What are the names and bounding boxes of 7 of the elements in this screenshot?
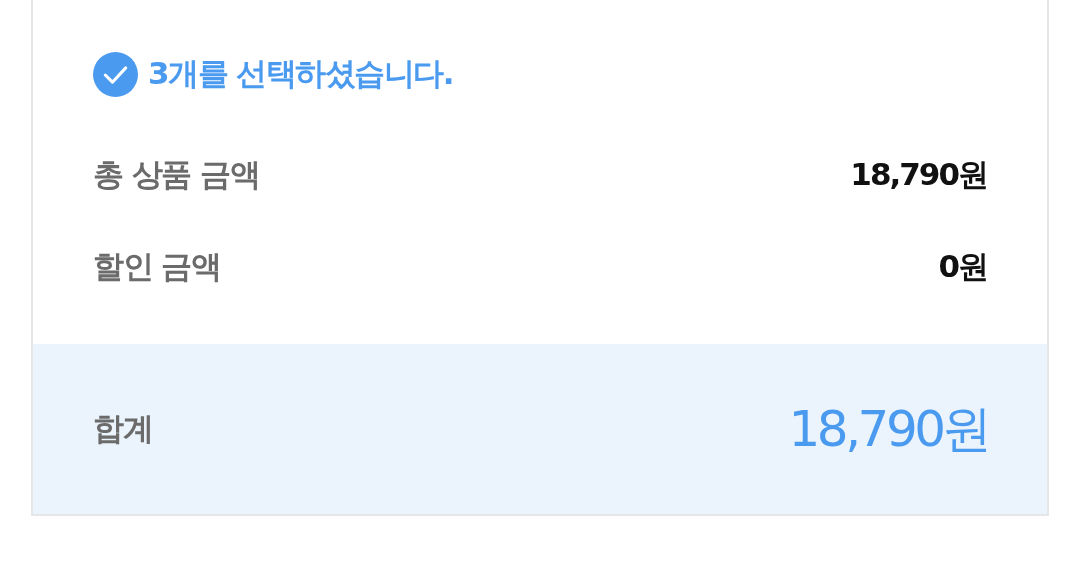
row-label: 할인 금액 [93, 247, 221, 286]
row-value: 0원 [938, 247, 987, 286]
total-value: 18,790원 [788, 398, 989, 460]
total-label: 합계 [93, 409, 152, 448]
selection-message: 3개를 선택하셨습니다. [148, 54, 454, 93]
row-label: 총 상품 금액 [93, 155, 260, 194]
row-value: 18,790원 [850, 155, 987, 194]
